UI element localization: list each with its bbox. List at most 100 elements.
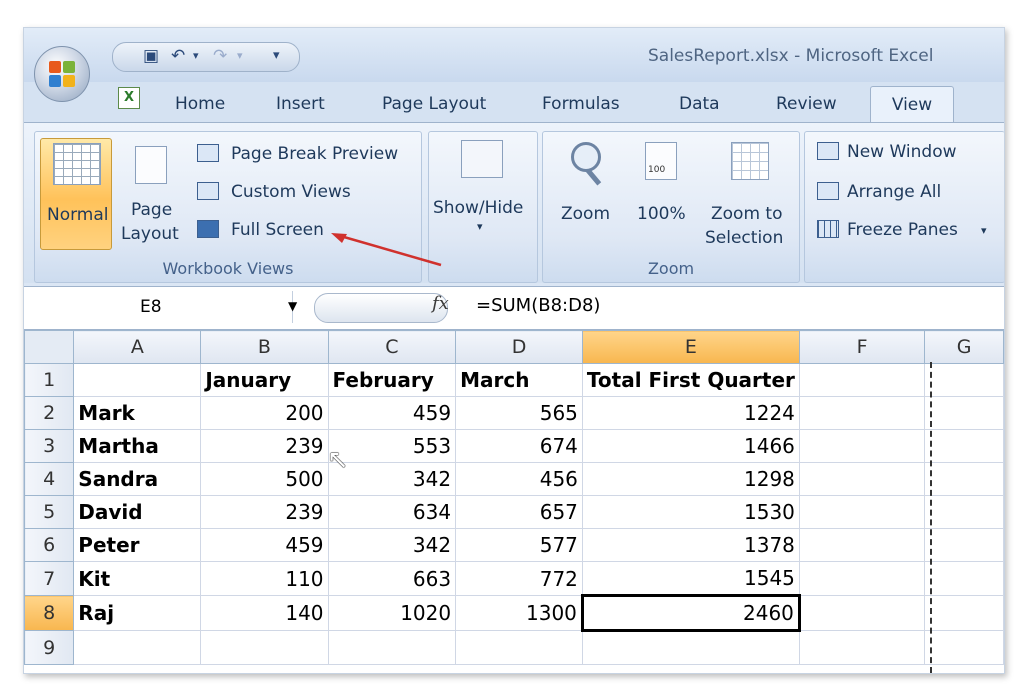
name-box-dropdown-icon[interactable]: ▼ <box>288 299 297 313</box>
undo-icon[interactable]: ↶ <box>171 46 185 66</box>
redo-dropdown-icon[interactable]: ▾ <box>237 46 243 66</box>
cell[interactable]: 634 <box>327 495 457 529</box>
row-header[interactable]: 6 <box>24 528 75 562</box>
row-header[interactable]: 3 <box>24 429 75 463</box>
active-cell-e8[interactable]: 2460 <box>580 594 801 632</box>
cell[interactable]: 459 <box>200 528 329 562</box>
cell[interactable]: Martha <box>73 429 202 463</box>
cell[interactable]: 140 <box>200 595 329 631</box>
cell[interactable] <box>924 363 1004 397</box>
cell[interactable]: Sandra <box>73 462 202 496</box>
cell[interactable]: Total First Quarter <box>581 363 800 397</box>
cell[interactable]: Kit <box>73 561 202 596</box>
arrange-all-button[interactable]: Arrange All <box>813 178 1003 206</box>
cell[interactable] <box>798 363 926 397</box>
cell[interactable]: 1466 <box>581 429 800 463</box>
cell[interactable] <box>73 363 202 397</box>
cell[interactable] <box>924 561 1004 596</box>
cell[interactable]: 772 <box>455 561 583 596</box>
column-header-e[interactable]: E <box>581 330 800 364</box>
formula-bar-expand-handle[interactable] <box>314 293 448 323</box>
page-break-preview-button[interactable]: Page Break Preview <box>191 140 419 168</box>
custom-views-button[interactable]: Custom Views <box>191 178 419 206</box>
cell[interactable] <box>798 495 926 529</box>
undo-dropdown-icon[interactable]: ▾ <box>193 46 199 66</box>
freeze-panes-button[interactable]: Freeze Panes ▾ <box>813 216 1003 244</box>
tab-view[interactable]: View <box>870 86 954 123</box>
cell[interactable] <box>924 595 1004 631</box>
cell[interactable]: 1545 <box>581 561 800 596</box>
cell[interactable]: 657 <box>455 495 583 529</box>
cell[interactable]: 239 <box>200 495 329 529</box>
cell[interactable] <box>798 396 926 430</box>
column-header-a[interactable]: A <box>73 330 202 364</box>
cell[interactable]: Peter <box>73 528 202 562</box>
cell[interactable]: 110 <box>200 561 329 596</box>
cell[interactable] <box>200 630 329 665</box>
cell[interactable] <box>924 528 1004 562</box>
cell[interactable]: Raj <box>73 595 202 631</box>
customize-icon[interactable]: ▾ <box>273 46 280 66</box>
cell[interactable]: 200 <box>200 396 329 430</box>
cell[interactable] <box>798 462 926 496</box>
row-header[interactable]: 9 <box>24 630 75 665</box>
cell[interactable]: 239 <box>200 429 329 463</box>
page-layout-button[interactable]: Page Layout <box>117 138 183 248</box>
tab-formulas[interactable]: Formulas <box>542 94 620 114</box>
cell[interactable] <box>924 495 1004 529</box>
save-icon[interactable]: ▣ <box>143 46 159 66</box>
tab-page-layout[interactable]: Page Layout <box>382 94 486 114</box>
zoom-button[interactable]: Zoom <box>547 136 623 246</box>
formula-input[interactable]: =SUM(B8:D8) <box>476 295 600 316</box>
cell[interactable]: March <box>455 363 583 397</box>
row-header[interactable]: 4 <box>24 462 75 496</box>
column-header-d[interactable]: D <box>455 330 583 364</box>
cell[interactable]: January <box>200 363 329 397</box>
zoom-100-button[interactable]: 100 100% <box>631 136 693 246</box>
cell[interactable] <box>924 396 1004 430</box>
cell[interactable] <box>73 630 202 665</box>
cell[interactable]: 1020 <box>327 595 457 631</box>
row-header[interactable]: 7 <box>24 561 75 596</box>
cell[interactable] <box>798 595 926 631</box>
cell[interactable]: 663 <box>327 561 457 596</box>
column-header-g[interactable]: G <box>924 330 1004 364</box>
cell[interactable] <box>798 429 926 463</box>
cell[interactable]: February <box>327 363 457 397</box>
cell[interactable] <box>798 528 926 562</box>
cell[interactable]: 577 <box>455 528 583 562</box>
cell[interactable] <box>455 630 583 665</box>
cell[interactable] <box>924 462 1004 496</box>
cell[interactable]: 565 <box>455 396 583 430</box>
tab-data[interactable]: Data <box>679 94 720 114</box>
select-all-corner[interactable] <box>24 330 75 364</box>
worksheet-grid[interactable]: A B C D E F G 1 January February March T… <box>24 330 1004 673</box>
name-box[interactable]: E8 ▼ <box>30 291 297 323</box>
column-header-c[interactable]: C <box>327 330 457 364</box>
column-header-b[interactable]: B <box>200 330 329 364</box>
tab-insert[interactable]: Insert <box>276 94 325 114</box>
row-header[interactable]: 8 <box>24 595 75 631</box>
cell[interactable]: 674 <box>455 429 583 463</box>
cell[interactable] <box>581 630 800 665</box>
cell[interactable]: 1298 <box>581 462 800 496</box>
zoom-to-selection-button[interactable]: Zoom to Selection <box>701 136 795 248</box>
cell[interactable]: Mark <box>73 396 202 430</box>
cell[interactable]: 1378 <box>581 528 800 562</box>
row-header[interactable]: 5 <box>24 495 75 529</box>
cell[interactable]: 456 <box>455 462 583 496</box>
tab-review[interactable]: Review <box>776 94 837 114</box>
cell[interactable]: 342 <box>327 528 457 562</box>
cell[interactable]: 1530 <box>581 495 800 529</box>
new-window-button[interactable]: New Window <box>813 138 1003 166</box>
cell[interactable] <box>924 630 1004 665</box>
cell[interactable]: 459 <box>327 396 457 430</box>
normal-view-button[interactable]: Normal <box>40 138 112 250</box>
redo-icon[interactable]: ↷ <box>213 46 227 66</box>
cell[interactable] <box>798 630 926 665</box>
cell[interactable]: 1224 <box>581 396 800 430</box>
cell[interactable]: 1300 <box>455 595 583 631</box>
cell[interactable]: David <box>73 495 202 529</box>
insert-function-icon[interactable]: fx <box>432 293 449 314</box>
column-header-f[interactable]: F <box>798 330 926 364</box>
